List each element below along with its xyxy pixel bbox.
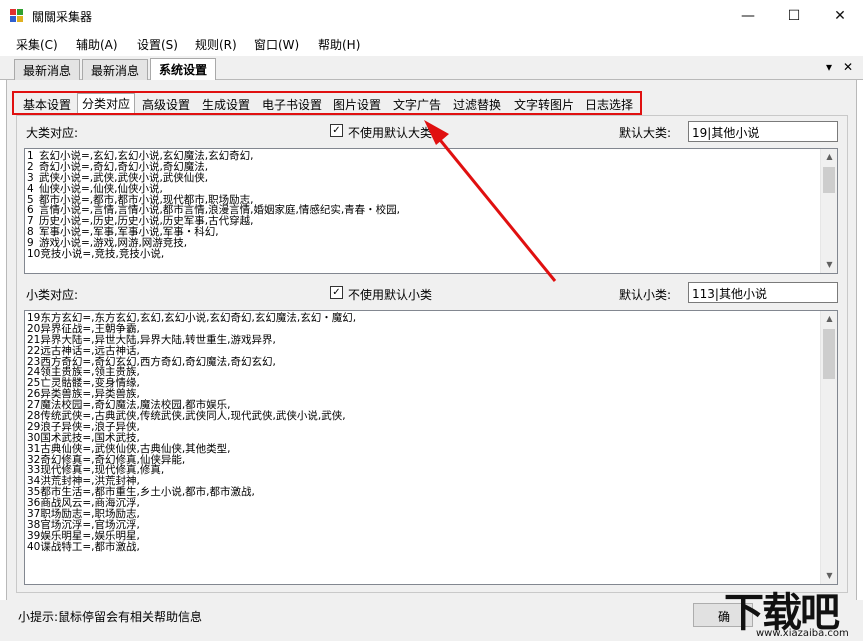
tab-close-icon[interactable]: ✕: [843, 60, 853, 74]
major-mapping-textbox[interactable]: 1 玄幻小说=,玄幻,玄幻小说,玄幻魔法,玄幻奇幻, 2 奇幻小说=,奇幻,奇幻小说…: [24, 148, 838, 274]
doc-tab-system-settings[interactable]: 系统设置: [150, 58, 217, 80]
minor-line: 31古典仙侠=,武侠仙侠,古典仙侠,其他类型,: [27, 442, 231, 455]
default-minor-input[interactable]: 113|其他小说: [688, 282, 838, 303]
no-default-major-checkbox[interactable]: ✓: [330, 124, 343, 137]
minor-line: 36商战风云=,商海沉浮,: [27, 497, 140, 510]
minor-line: 33现代修真=,现代修真,修真,: [27, 464, 165, 477]
minor-category-label: 小类对应:: [26, 288, 79, 302]
doc-tab-news-2[interactable]: 最新消息: [82, 59, 149, 80]
scroll-up-icon[interactable]: ▲: [821, 149, 837, 165]
no-default-minor-checkbox[interactable]: ✓: [330, 286, 343, 299]
scroll-thumb[interactable]: [823, 329, 835, 379]
watermark-url: www.xiazaiba.com: [756, 628, 849, 639]
menu-collect[interactable]: 采集(C): [16, 36, 58, 53]
document-tab-strip: 最新消息 最新消息 系统设置 ▾ ✕: [0, 56, 863, 80]
close-button[interactable]: ✕: [817, 0, 863, 32]
minimize-button[interactable]: —: [725, 0, 771, 32]
major-line: 4 仙侠小说=,仙侠,仙侠小说,: [27, 182, 163, 195]
doc-tab-news-1[interactable]: 最新消息: [14, 59, 81, 80]
minor-line: 22远古神话=,远古神话,: [27, 344, 140, 357]
major-line: 10竞技小说=,竞技,竞技小说,: [27, 248, 165, 261]
scroll-thumb[interactable]: [823, 167, 835, 193]
title-bar: 關關采集器 — ☐ ✕: [0, 0, 863, 32]
menu-assist[interactable]: 辅助(A): [76, 36, 118, 53]
line-number: 22: [27, 344, 41, 357]
no-default-major-label: 不使用默认大类: [348, 126, 433, 140]
scroll-up-icon[interactable]: ▲: [821, 311, 837, 327]
line-number: 10: [27, 248, 41, 261]
minor-line: 23西方奇幻=,奇幻玄幻,西方奇幻,奇幻魔法,奇幻玄幻,: [27, 355, 276, 368]
window-title: 關關采集器: [32, 10, 93, 24]
major-scrollbar[interactable]: ▲ ▼: [820, 149, 837, 273]
default-major-input[interactable]: 19|其他小说: [688, 121, 838, 142]
hint-text: 小提示:鼠标停留会有相关帮助信息: [18, 610, 203, 624]
menu-bar: 采集(C) 辅助(A) 设置(S) 规则(R) 窗口(W) 帮助(H): [0, 32, 863, 56]
default-major-label: 默认大类:: [619, 126, 672, 140]
minor-scrollbar[interactable]: ▲ ▼: [820, 311, 837, 584]
default-minor-label: 默认小类:: [619, 288, 672, 302]
menu-settings[interactable]: 设置(S): [137, 36, 178, 53]
minor-line: 21异界大陆=,异世大陆,异界大陆,转世重生,游戏异界,: [27, 333, 276, 346]
menu-help[interactable]: 帮助(H): [318, 36, 360, 53]
menu-rules[interactable]: 规则(R): [195, 36, 237, 53]
line-number: 31: [27, 442, 41, 455]
minor-line: 28传统武侠=,古典武侠,传统武侠,武侠同人,现代武侠,武侠小说,武侠,: [27, 410, 346, 423]
tab-list-dropdown-icon[interactable]: ▾: [826, 60, 832, 74]
minor-line: 19东方玄幻=,东方玄幻,玄幻,玄幻小说,玄幻奇幻,玄幻魔法,玄幻・魔幻,: [27, 312, 357, 324]
scroll-down-icon[interactable]: ▼: [821, 257, 837, 273]
minor-line: 29浪子异侠=,浪子异侠,: [27, 420, 140, 433]
minor-line: 37职场励志=,职场励志,: [27, 508, 140, 521]
menu-window[interactable]: 窗口(W): [254, 36, 299, 53]
major-category-label: 大类对应:: [26, 126, 79, 140]
line-number: 40: [27, 540, 41, 553]
line-number: 4: [27, 182, 34, 195]
app-icon: [10, 9, 24, 23]
no-default-minor-label: 不使用默认小类: [348, 288, 433, 302]
minor-line: 25亡灵骷髅=,变身情缘,: [27, 377, 140, 390]
watermark-logo: 下载吧 www.xiazaiba.com: [718, 580, 863, 641]
maximize-button[interactable]: ☐: [771, 0, 817, 32]
highlight-box: [12, 91, 642, 115]
minor-line: 24领主贵族=,领主贵族,: [27, 366, 140, 379]
minor-line: 38官场沉浮=,官场沉浮,: [27, 518, 140, 531]
minor-line: 40谍战特工=,都市激战,: [27, 540, 140, 553]
minor-line: 39娱乐明星=,娱乐明星,: [27, 529, 140, 542]
minor-line: 35都市生活=,都市重生,乡土小说,都市,都市激战,: [27, 486, 255, 499]
minor-mapping-textbox[interactable]: 19东方玄幻=,东方玄幻,玄幻,玄幻小说,玄幻奇幻,玄幻魔法,玄幻・魔幻, 20…: [24, 310, 838, 585]
